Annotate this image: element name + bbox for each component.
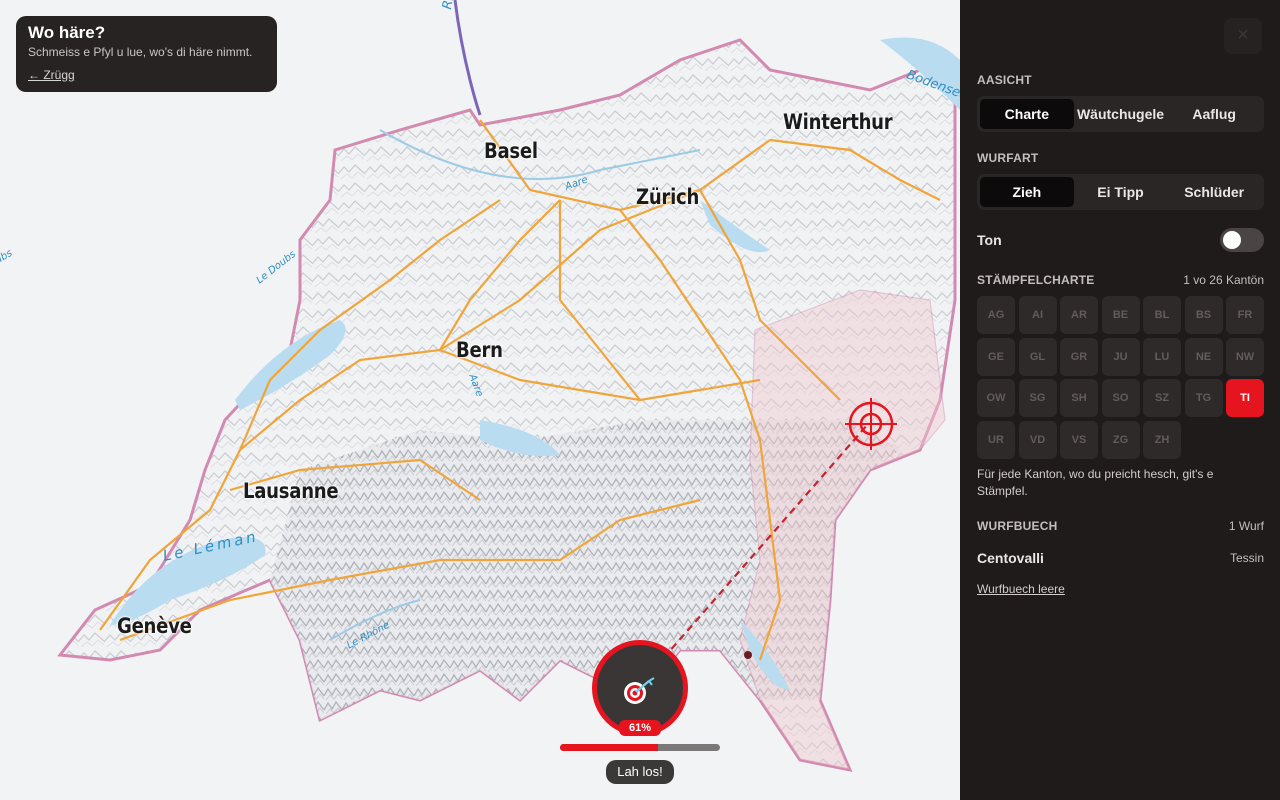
view-option-aaflug[interactable]: Aaflug — [1167, 99, 1261, 129]
canton-stamp-ur: UR — [977, 420, 1015, 459]
city-label-lausanne: Lausanne — [243, 479, 339, 503]
canton-stamp-nw: NW — [1226, 337, 1264, 376]
canton-stamp-sg: SG — [1018, 379, 1057, 417]
sound-label: Ton — [977, 232, 1002, 248]
throw-mode-selector: Zieh Ei Tipp Schlüder — [977, 174, 1264, 210]
canton-stamp-bl: BL — [1143, 296, 1181, 334]
info-subtitle: Schmeiss e Pfyl u lue, wo's di häre nimm… — [28, 45, 253, 59]
canton-stamp-fr: FR — [1226, 296, 1264, 334]
map-view[interactable]: Winterthur Basel Zürich Bern Lausanne Ge… — [0, 0, 960, 800]
info-title: Wo häre? — [28, 23, 106, 42]
log-entry-region: Tessin — [1229, 551, 1264, 565]
log-entry-name: Centovalli — [977, 550, 1044, 566]
canton-stamp-sh: SH — [1060, 379, 1098, 417]
power-percent-badge: 61% — [619, 720, 661, 736]
stampfelcharte-label: STÄMPFELCHARTE — [977, 273, 1095, 287]
canton-stamp-lu: LU — [1143, 337, 1181, 376]
canton-stamp-ag: AG — [977, 296, 1015, 334]
city-label-winterthur: Winterthur — [783, 110, 893, 134]
canton-stamp-ge: GE — [977, 337, 1015, 376]
back-link[interactable]: ← Zrügg — [28, 68, 75, 82]
release-button[interactable]: Lah los! — [606, 760, 674, 784]
canton-stamp-ar: AR — [1060, 296, 1098, 334]
sound-toggle[interactable] — [1220, 228, 1264, 252]
canton-stamp-tg: TG — [1184, 379, 1223, 417]
throw-option-schluder[interactable]: Schlüder — [1167, 177, 1261, 207]
view-option-charte[interactable]: Charte — [980, 99, 1074, 129]
clear-log-link[interactable]: Wurfbuech leere — [977, 582, 1065, 596]
sound-toggle-knob — [1223, 231, 1241, 249]
stamp-count: 1 vo 26 Kantön — [1183, 273, 1264, 287]
city-label-geneve: Genève — [117, 614, 192, 638]
canton-stamp-zg: ZG — [1101, 420, 1140, 459]
view-option-wautchugele[interactable]: Wäutchugele — [1074, 99, 1168, 129]
canton-stamp-zh: ZH — [1143, 420, 1181, 459]
canton-stamp-vs: VS — [1060, 420, 1098, 459]
info-card: Wo häre? Schmeiss e Pfyl u lue, wo's di … — [16, 16, 277, 92]
canton-stamp-so: SO — [1101, 379, 1140, 417]
stamp-note: Für jede Kanton, wo du preicht hesch, gi… — [977, 467, 1214, 498]
canton-stamp-ow: OW — [977, 379, 1015, 417]
power-meter — [560, 744, 720, 751]
view-mode-selector: Charte Wäutchugele Aaflug — [977, 96, 1264, 132]
sidebar: × AASICHT Charte Wäutchugele Aaflug WURF… — [960, 0, 1280, 800]
canton-stamp-ai: AI — [1018, 296, 1057, 334]
canton-stamp-sz: SZ — [1143, 379, 1181, 417]
wurfbuech-label: WURFBUECH — [977, 519, 1058, 533]
canton-stamp-ti: TI — [1226, 379, 1264, 417]
city-label-bern: Bern — [456, 338, 503, 362]
canton-stamp-bs: BS — [1184, 296, 1223, 334]
aasicht-label: AASICHT — [977, 73, 1032, 87]
throw-option-zieh[interactable]: Zieh — [980, 177, 1074, 207]
throw-option-ei-tipp[interactable]: Ei Tipp — [1074, 177, 1168, 207]
landing-dot — [744, 651, 752, 659]
canton-stamp-vd: VD — [1018, 420, 1057, 459]
close-icon[interactable]: × — [1224, 18, 1262, 54]
throw-count: 1 Wurf — [1228, 519, 1264, 533]
canton-stamp-ne: NE — [1184, 337, 1223, 376]
canton-stamp-gr: GR — [1060, 337, 1098, 376]
canton-stamp-be: BE — [1101, 296, 1140, 334]
city-label-zurich: Zürich — [636, 185, 700, 209]
canton-stamp-gl: GL — [1018, 337, 1057, 376]
city-label-basel: Basel — [484, 139, 538, 163]
canton-stamp-ju: JU — [1101, 337, 1140, 376]
dart-target-icon — [624, 677, 655, 704]
wurfart-label: WURFART — [977, 151, 1039, 165]
power-meter-fill — [560, 744, 658, 751]
